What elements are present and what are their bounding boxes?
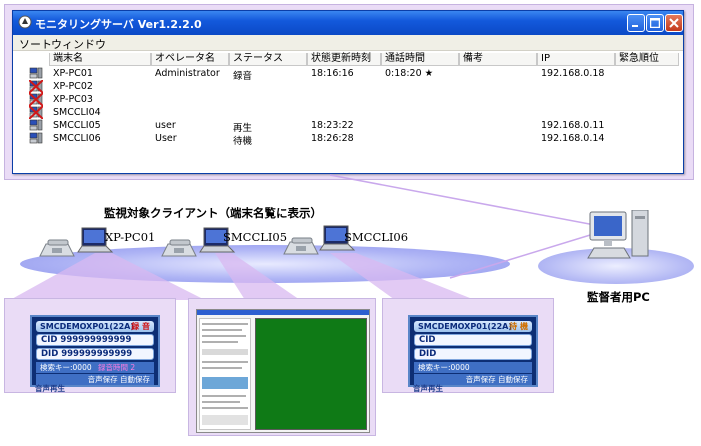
softphone-terminal: SMCDEMOXP01(22A) xyxy=(418,322,512,331)
did-field: DID 999999999999 xyxy=(36,348,154,360)
recording-time: 録音時間 2 xyxy=(98,363,136,372)
link-line-window xyxy=(329,174,601,227)
softphone-header: SMCDEMOXP01(22A) 待 機 xyxy=(414,321,532,332)
phone-icon xyxy=(161,239,197,257)
client-app-window xyxy=(196,309,370,433)
cid-field: CID 999999999999 xyxy=(36,334,154,346)
softphone-status: 待 機 xyxy=(509,322,528,331)
softphone-terminal: SMCDEMOXP01(22A) xyxy=(40,322,134,331)
client-app-titlebar xyxy=(197,310,369,315)
client-app-sidepanel xyxy=(199,318,251,430)
phone-icon xyxy=(39,239,75,257)
terminal-label-1: XP-PC01 xyxy=(105,230,156,244)
search-key: 検索キー:0000 xyxy=(414,362,532,373)
cid-field: CID xyxy=(414,334,532,346)
did-field: DID xyxy=(414,348,532,360)
softphone-status: 録 音 xyxy=(131,322,150,331)
terminal-label-3: SMCCLI06 xyxy=(344,230,409,244)
play-button[interactable]: 音声再生 xyxy=(35,383,65,394)
link-beam-left xyxy=(10,253,205,300)
client-softphone-right: SMCDEMOXP01(22A) 待 機 CID DID 検索キー:0000 音… xyxy=(408,315,538,387)
phone-icon xyxy=(283,237,319,255)
client-panel-right: SMCDEMOXP01(22A) 待 機 CID DID 検索キー:0000 音… xyxy=(382,298,554,393)
client-app-green-screen xyxy=(255,318,367,430)
search-key-row: 検索キー:0000 録音時間 2 xyxy=(36,362,154,373)
desktop-pc-icon xyxy=(587,210,649,259)
client-panel-left: SMCDEMOXP01(22A) 録 音 CID 999999999999 DI… xyxy=(4,298,176,393)
search-key: 検索キー:0000 xyxy=(40,363,92,372)
client-softphone-left: SMCDEMOXP01(22A) 録 音 CID 999999999999 DI… xyxy=(30,315,160,387)
softphone-header: SMCDEMOXP01(22A) 録 音 xyxy=(36,321,154,332)
terminal-label-2: SMCCLI05 xyxy=(223,230,288,244)
admin-pc-label: 監督者用PC xyxy=(587,290,650,304)
play-button[interactable]: 音声再生 xyxy=(413,383,443,394)
link-beam-center xyxy=(215,253,300,300)
client-panel-center xyxy=(188,298,376,436)
